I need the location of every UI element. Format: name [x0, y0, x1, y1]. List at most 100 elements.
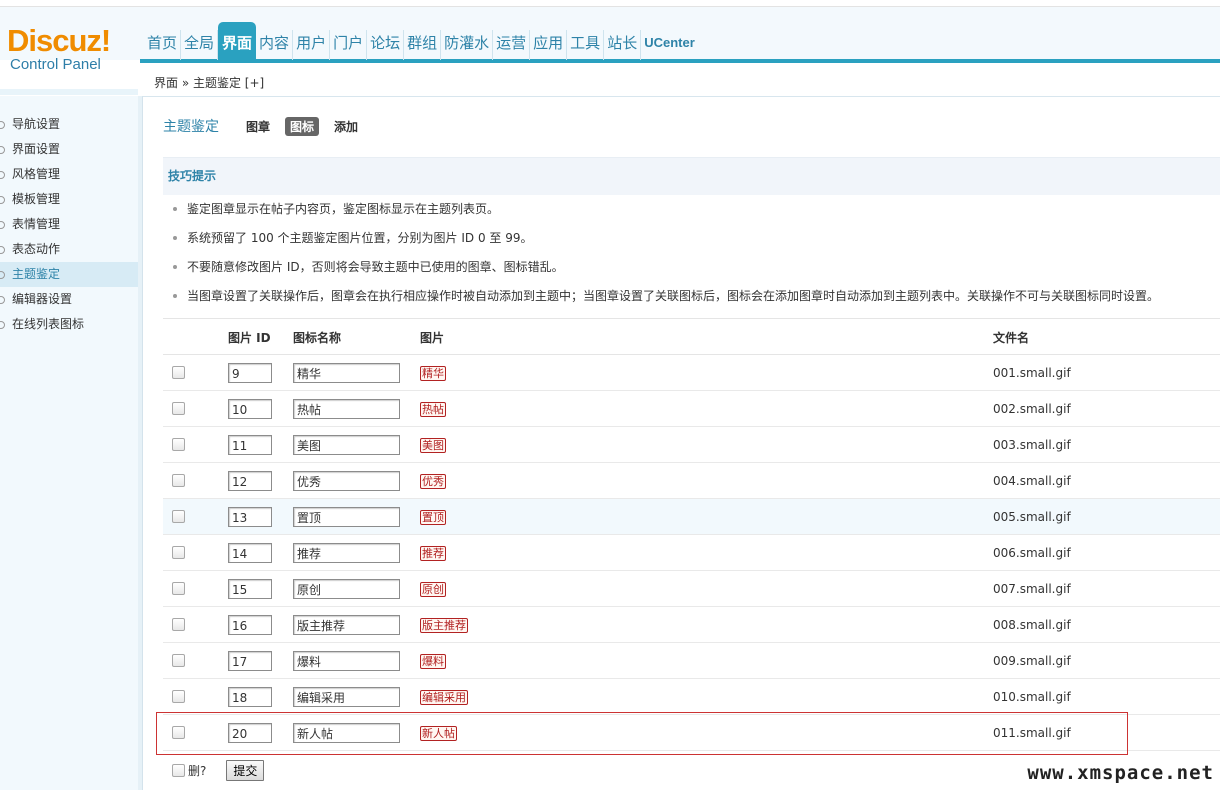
icon-name-input[interactable]: 推荐 — [293, 543, 400, 563]
row-checkbox[interactable] — [172, 438, 185, 451]
sidebar-item-5[interactable]: 表态动作 — [0, 237, 138, 262]
image-id-input[interactable]: 17 — [228, 651, 272, 671]
stamp-icon: 版主推荐 — [420, 618, 468, 633]
row-checkbox[interactable] — [172, 618, 185, 631]
file-name: 006.small.gif — [993, 546, 1071, 560]
image-id-input[interactable]: 9 — [228, 363, 272, 383]
image-id-input[interactable]: 12 — [228, 471, 272, 491]
stamp-icon: 优秀 — [420, 474, 446, 489]
file-name: 007.small.gif — [993, 582, 1071, 596]
sidebar-item-7[interactable]: 编辑器设置 — [0, 287, 138, 312]
sidebar-item-3[interactable]: 模板管理 — [0, 187, 138, 212]
row-checkbox[interactable] — [172, 366, 185, 379]
page-title: 主题鉴定 — [163, 119, 219, 135]
file-name: 009.small.gif — [993, 654, 1071, 668]
stamp-icon: 原创 — [420, 582, 446, 597]
image-id-input[interactable]: 16 — [228, 615, 272, 635]
sidebar-item-6[interactable]: 主题鉴定 — [0, 262, 138, 287]
image-id-input[interactable]: 11 — [228, 435, 272, 455]
highlight-box — [156, 712, 1128, 755]
nav-item-3[interactable]: 内容 — [256, 30, 294, 60]
file-name: 008.small.gif — [993, 618, 1071, 632]
icon-name-input[interactable]: 精华 — [293, 363, 400, 383]
sidebar-item-4[interactable]: 表情管理 — [0, 212, 138, 237]
row-checkbox[interactable] — [172, 474, 185, 487]
row-checkbox[interactable] — [172, 582, 185, 595]
stamp-icon: 编辑采用 — [420, 690, 468, 705]
sidebar-menu: 导航设置 界面设置 风格管理 模板管理 表情管理 表态动作 主题鉴定 编辑器设置 在线列表图标 — [0, 112, 138, 337]
icon-name-input[interactable]: 美图 — [293, 435, 400, 455]
image-id-input[interactable]: 18 — [228, 687, 272, 707]
image-id-input[interactable]: 15 — [228, 579, 272, 599]
table-row: 16 版主推荐 版主推荐 008.small.gif — [163, 607, 1220, 643]
icon-name-input[interactable]: 编辑采用 — [293, 687, 400, 707]
nav-item-11[interactable]: 工具 — [567, 30, 605, 60]
icon-name-input[interactable]: 原创 — [293, 579, 400, 599]
col-id: 图片 ID — [228, 331, 271, 345]
icon-name-input[interactable]: 优秀 — [293, 471, 400, 491]
nav-item-8[interactable]: 防灌水 — [441, 30, 494, 60]
table-row: 9 精华 精华 001.small.gif — [163, 355, 1220, 391]
delete-checkbox[interactable] — [172, 763, 185, 777]
row-checkbox[interactable] — [172, 510, 185, 523]
table-header: 图片 ID 图标名称 图片 文件名 — [163, 318, 1220, 355]
table-row: 17 爆料 爆料 009.small.gif — [163, 643, 1220, 679]
nav-item-9[interactable]: 运营 — [493, 30, 531, 60]
row-checkbox[interactable] — [172, 690, 185, 703]
table-row: 11 美图 美图 003.small.gif — [163, 427, 1220, 463]
nav-item-13[interactable]: UCenter — [641, 30, 698, 60]
tips-header: 技巧提示 — [163, 157, 1220, 195]
sidebar-item-0[interactable]: 导航设置 — [0, 112, 138, 137]
delete-label: 删? — [188, 763, 207, 778]
nav-item-6[interactable]: 论坛 — [367, 30, 405, 60]
tab-1[interactable]: 图标 — [285, 116, 320, 136]
col-file: 文件名 — [993, 331, 1030, 345]
tips-panel: 技巧提示 鉴定图章显示在帖子内容页，鉴定图标显示在主题列表页。 系统预留了 100… — [163, 157, 1220, 311]
sidebar-edge — [138, 96, 143, 790]
watermark: www.xmspace.net — [1027, 762, 1214, 784]
discuz-logo: Discuz! Control Panel — [7, 25, 137, 73]
sidebar-item-2[interactable]: 风格管理 — [0, 162, 138, 187]
nav-item-4[interactable]: 用户 — [293, 30, 331, 60]
row-checkbox[interactable] — [172, 654, 185, 667]
table-row: 12 优秀 优秀 004.small.gif — [163, 463, 1220, 499]
icon-name-input[interactable]: 置顶 — [293, 507, 400, 527]
file-name: 001.small.gif — [993, 366, 1071, 380]
icon-name-input[interactable]: 版主推荐 — [293, 615, 400, 635]
col-image: 图片 — [420, 331, 445, 345]
tip-line: 鉴定图章显示在帖子内容页，鉴定图标显示在主题列表页。 — [163, 195, 1220, 224]
nav-item-10[interactable]: 应用 — [530, 30, 568, 60]
page-tabs: 主题鉴定 图章 图标 添加 — [163, 116, 373, 136]
table-row: 14 推荐 推荐 006.small.gif — [163, 535, 1220, 571]
sidebar-item-1[interactable]: 界面设置 — [0, 137, 138, 162]
image-id-input[interactable]: 10 — [228, 399, 272, 419]
row-checkbox[interactable] — [172, 402, 185, 415]
image-id-input[interactable]: 13 — [228, 507, 272, 527]
table-row: 10 热帖 热帖 002.small.gif — [163, 391, 1220, 427]
tip-line: 不要随意修改图片 ID，否则将会导致主题中已使用的图章、图标错乱。 — [163, 253, 1220, 282]
sidebar-item-8[interactable]: 在线列表图标 — [0, 312, 138, 337]
nav-item-5[interactable]: 门户 — [330, 30, 368, 60]
file-name: 005.small.gif — [993, 510, 1071, 524]
logo-underbar — [0, 89, 138, 95]
row-checkbox[interactable] — [172, 546, 185, 559]
icon-name-input[interactable]: 爆料 — [293, 651, 400, 671]
nav-item-7[interactable]: 群组 — [404, 30, 442, 60]
file-name: 004.small.gif — [993, 474, 1071, 488]
stamp-icon: 美图 — [420, 438, 446, 453]
table-row: 15 原创 原创 007.small.gif — [163, 571, 1220, 607]
nav-item-12[interactable]: 站长 — [604, 30, 642, 60]
sidebar: 导航设置 界面设置 风格管理 模板管理 表情管理 表态动作 主题鉴定 编辑器设置 在线列表图标 — [0, 96, 138, 790]
nav-item-0[interactable]: 首页 — [144, 30, 182, 60]
tab-2[interactable]: 添加 — [329, 117, 363, 136]
stamp-icon: 爆料 — [420, 654, 446, 669]
image-id-input[interactable]: 14 — [228, 543, 272, 563]
submit-button[interactable]: 提交 — [226, 759, 265, 781]
stamp-icon: 推荐 — [420, 546, 446, 561]
tab-0[interactable]: 图章 — [241, 117, 275, 136]
icon-name-input[interactable]: 热帖 — [293, 399, 400, 419]
nav-item-1[interactable]: 全局 — [181, 30, 219, 60]
stamp-icon: 置顶 — [420, 510, 446, 525]
nav-item-2[interactable]: 界面 — [218, 22, 257, 60]
stamp-icon: 精华 — [420, 366, 446, 381]
